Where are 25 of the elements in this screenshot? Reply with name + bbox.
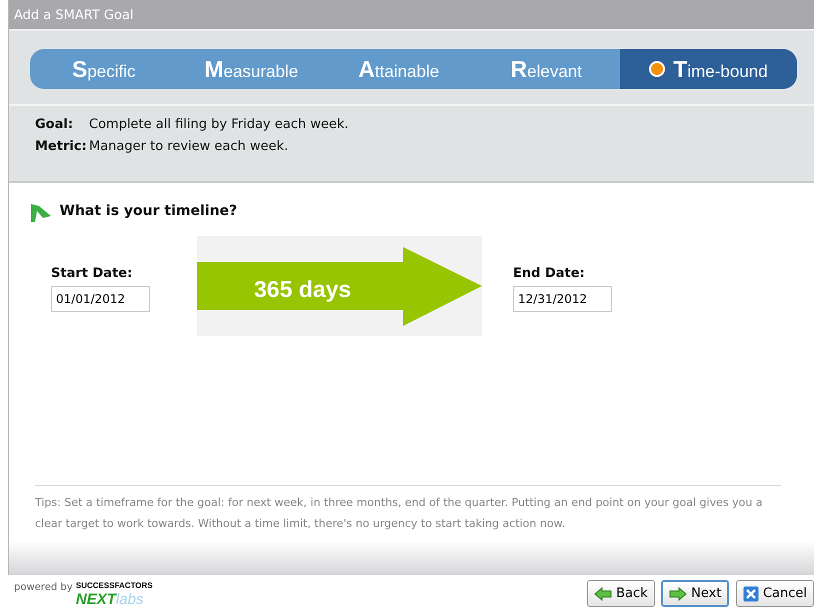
current-step-icon	[649, 61, 666, 77]
brand-logo-next: NEXT	[76, 592, 116, 607]
summary-label: Goal:	[35, 116, 74, 134]
end-date-label: End Date:	[513, 264, 586, 283]
left-arrow-icon	[594, 586, 612, 600]
brand-logo-text: SUCCESSFACTORS	[76, 580, 153, 592]
duration-text: 365 days	[254, 275, 352, 304]
start-date-label: Start Date:	[51, 264, 134, 283]
arrow-icon	[197, 247, 482, 327]
summary-label: Metric:	[35, 138, 88, 156]
powered-by-text: powered by	[14, 581, 73, 595]
summary-value: Manager to review each week.	[89, 138, 288, 156]
start-date-field[interactable]: 01/01/2012	[51, 286, 150, 312]
next-button[interactable]: Next	[661, 580, 730, 607]
close-icon	[742, 586, 759, 602]
window-title: Add a SMART Goal	[9, 0, 814, 31]
step-tab[interactable]: Time-bound	[620, 49, 797, 89]
right-arrow-icon	[669, 586, 688, 600]
end-date-field[interactable]: 12/31/2012	[513, 286, 612, 312]
question-heading: What is your timeline?	[60, 202, 238, 221]
brand-logo-labs: labs	[116, 592, 144, 607]
flag-icon	[29, 202, 53, 222]
back-button[interactable]: Back	[587, 580, 655, 607]
cancel-button[interactable]: Cancel	[736, 580, 814, 607]
summary-value: Complete all filing by Friday each week.	[89, 116, 349, 134]
